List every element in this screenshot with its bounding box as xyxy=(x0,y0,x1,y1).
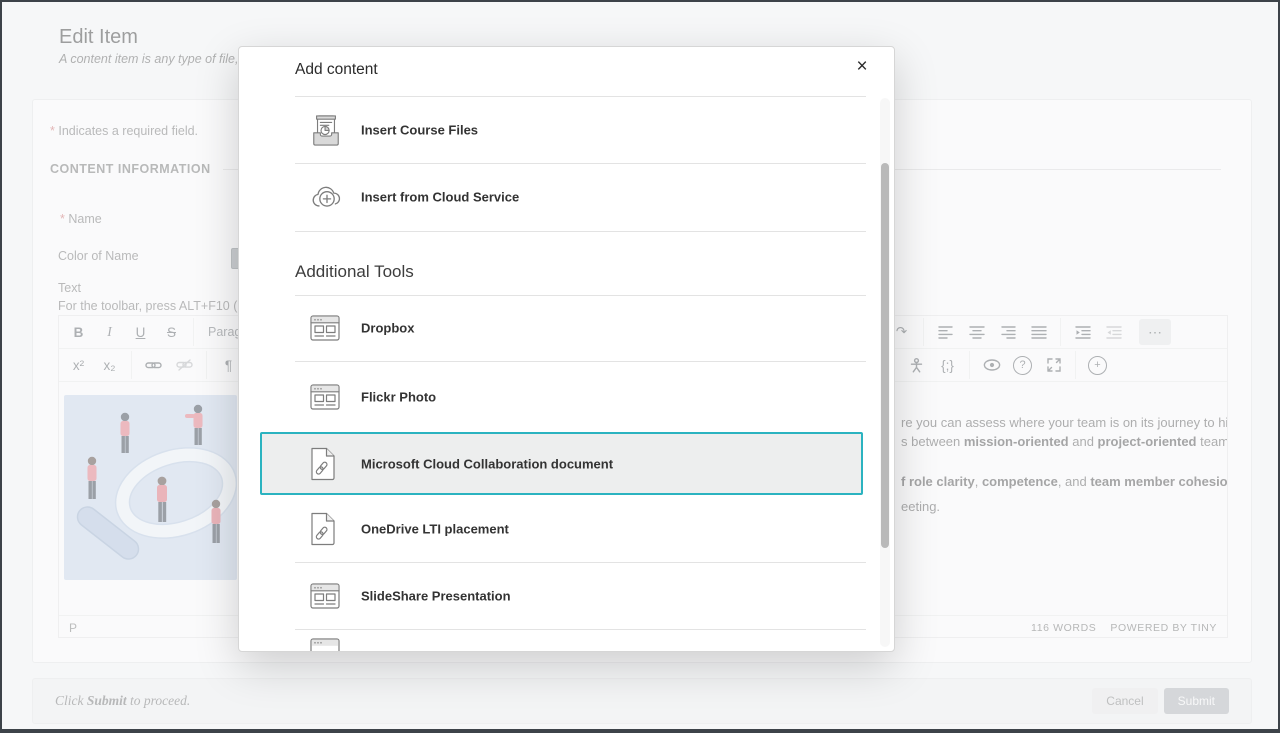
preview-eye-icon[interactable] xyxy=(976,351,1007,379)
align-center-icon[interactable] xyxy=(961,318,992,346)
list-item-label: SlideShare Presentation xyxy=(361,588,511,603)
toolbar-separator xyxy=(969,351,970,379)
outdent-icon[interactable] xyxy=(1098,318,1129,346)
more-toolbar-button[interactable]: ⋯ xyxy=(1139,319,1171,345)
toolbar-separator xyxy=(193,318,194,346)
list-item-label: Flickr Photo xyxy=(361,389,436,404)
modal-header: Add content × xyxy=(239,47,894,96)
list-item-flickr-photo[interactable]: Flickr Photo xyxy=(239,361,894,432)
align-right-icon[interactable] xyxy=(992,318,1023,346)
submit-button[interactable]: Submit xyxy=(1164,688,1229,714)
submit-hint: Click Submit to proceed. xyxy=(55,693,190,709)
list-item-insert-from-cloud[interactable]: Insert from Cloud Service xyxy=(239,163,894,231)
required-note: * Indicates a required field. xyxy=(50,124,198,138)
section-header-label: CONTENT INFORMATION xyxy=(50,162,211,176)
editor-text-line: f role clarity, competence, and team mem… xyxy=(901,474,1227,489)
justify-icon[interactable] xyxy=(1023,318,1054,346)
help-button[interactable]: ? xyxy=(1007,351,1038,379)
powered-by-tiny: POWERED BY TINY xyxy=(1110,622,1217,634)
page-title: Edit Item xyxy=(59,26,138,49)
toolbar-separator xyxy=(131,351,132,379)
list-item-insert-course-files[interactable]: Insert Course Files xyxy=(239,96,894,163)
page-footer: Click Submit to proceed. Cancel Submit xyxy=(32,678,1252,724)
strikethrough-button[interactable]: S xyxy=(156,318,187,346)
element-path: P xyxy=(69,621,77,635)
close-icon[interactable]: × xyxy=(850,55,874,79)
insert-plus-button[interactable]: + xyxy=(1082,351,1113,379)
browser-window-icon xyxy=(310,315,340,342)
browser-window-icon xyxy=(310,638,340,653)
list-item-partial[interactable] xyxy=(239,629,894,652)
toolbar-separator xyxy=(923,318,924,346)
fullscreen-icon[interactable] xyxy=(1038,351,1069,379)
list-item-label: Microsoft Cloud Collaboration document xyxy=(361,456,613,471)
editor-text-line: eeting. xyxy=(901,499,940,514)
team-illustration-image xyxy=(64,395,237,580)
text-field-label: Text xyxy=(58,281,81,295)
underline-button[interactable]: U xyxy=(125,318,156,346)
toolbar-separator xyxy=(1075,351,1076,379)
add-content-modal: Add content × Insert Course Files Inser xyxy=(238,46,895,652)
document-link-icon xyxy=(310,447,336,481)
code-sample-button[interactable]: {;} xyxy=(932,351,963,379)
course-files-icon xyxy=(310,112,342,148)
indent-icon[interactable] xyxy=(1067,318,1098,346)
list-item-label: Insert from Cloud Service xyxy=(361,190,519,205)
editor-text-line: re you can assess where your team is on … xyxy=(901,415,1227,430)
link-icon[interactable] xyxy=(138,351,169,379)
subscript-button[interactable]: x₂ xyxy=(94,351,125,379)
browser-window-icon xyxy=(310,582,340,609)
name-field-label: * Name xyxy=(60,212,102,226)
color-field-label: Color of Name xyxy=(58,249,139,263)
toolbar-separator xyxy=(206,351,207,379)
cancel-button[interactable]: Cancel xyxy=(1092,688,1157,714)
accessibility-icon[interactable] xyxy=(901,351,932,379)
browser-window-icon xyxy=(310,383,340,410)
list-item-dropbox[interactable]: Dropbox xyxy=(239,295,894,361)
document-link-icon xyxy=(310,512,336,546)
modal-title: Add content xyxy=(295,61,378,79)
section-label: Additional Tools xyxy=(295,262,414,282)
word-count: 116 WORDSPOWERED BY TINY xyxy=(1017,622,1217,634)
bold-button[interactable]: B xyxy=(63,318,94,346)
editor-text-line: s between mission-oriented and project-o… xyxy=(901,434,1227,449)
list-item-microsoft-cloud-collaboration[interactable]: Microsoft Cloud Collaboration document xyxy=(260,432,863,495)
cloud-plus-icon xyxy=(310,183,344,211)
unlink-icon[interactable] xyxy=(169,351,200,379)
toolbar-separator xyxy=(1060,318,1061,346)
section-additional-tools: Additional Tools xyxy=(239,231,894,295)
list-item-slideshare[interactable]: SlideShare Presentation xyxy=(239,562,894,629)
superscript-button[interactable]: x² xyxy=(63,351,94,379)
italic-button[interactable]: I xyxy=(94,318,125,346)
list-item-onedrive-lti[interactable]: OneDrive LTI placement xyxy=(239,495,894,562)
modal-scrollbar[interactable] xyxy=(880,98,890,647)
list-item-label: OneDrive LTI placement xyxy=(361,521,509,536)
list-item-label: Insert Course Files xyxy=(361,122,478,137)
list-item-label: Dropbox xyxy=(361,321,414,336)
scrollbar-thumb[interactable] xyxy=(881,163,889,548)
align-left-icon[interactable] xyxy=(930,318,961,346)
